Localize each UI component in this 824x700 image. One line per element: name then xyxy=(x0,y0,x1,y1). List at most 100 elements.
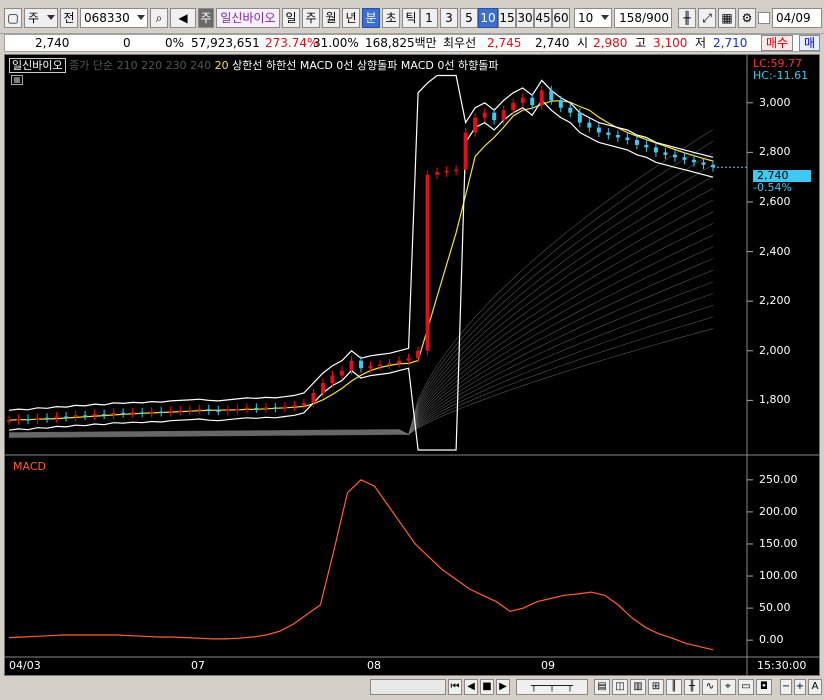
grid-icon[interactable]: ▦ xyxy=(718,8,736,28)
quote-price: 2,740 xyxy=(35,36,70,50)
scroll-first-button[interactable]: ⏮ xyxy=(448,679,462,695)
interval-3-button[interactable]: 3 xyxy=(440,8,458,28)
period-month-button[interactable]: 월 xyxy=(322,8,340,28)
save-icon[interactable]: ◘ xyxy=(756,679,772,695)
layout-icon[interactable]: ▤ xyxy=(594,679,610,695)
window-menu-icon[interactable]: ▢ xyxy=(4,8,22,28)
candle-body xyxy=(672,154,677,158)
settings-small-icon[interactable]: ▦ xyxy=(11,75,23,85)
sell-button[interactable]: 매 xyxy=(799,35,821,51)
candle-body xyxy=(149,411,154,414)
candle-body xyxy=(301,402,306,406)
date-checkbox[interactable] xyxy=(758,12,770,24)
interval-30-button[interactable]: 30 xyxy=(516,8,534,28)
candle-body xyxy=(178,410,183,412)
quote-change: 0 xyxy=(123,36,131,50)
candle-type-icon[interactable]: ╫ xyxy=(678,8,696,28)
high-value: 3,100 xyxy=(653,36,688,50)
time-label: 15:30:00 xyxy=(757,659,807,672)
font-size-button[interactable]: A xyxy=(808,679,822,695)
macd-tick-label: 250.00 xyxy=(759,472,798,486)
candle-body xyxy=(511,102,516,111)
interval-1-button[interactable]: 1 xyxy=(420,8,438,28)
macd-tick-label: 200.00 xyxy=(759,504,798,518)
candle-body xyxy=(435,172,440,175)
candle-body xyxy=(197,409,202,411)
legend-ma-240: 240 xyxy=(190,59,212,72)
candle-body xyxy=(454,169,459,172)
candle-body xyxy=(596,127,601,133)
candle-body xyxy=(663,152,668,155)
low-value: 2,710 xyxy=(713,36,748,50)
chart-area[interactable]: 일신바이오 종가 단순 210 220 230 240 20 상한선 하한선 M… xyxy=(4,54,820,676)
indicator-icon[interactable]: ∿ xyxy=(702,679,718,695)
macd-tick-label: 0.00 xyxy=(759,633,784,647)
candle-body xyxy=(339,370,344,376)
macd-line xyxy=(8,479,714,651)
period-minute-button[interactable]: 분 xyxy=(362,8,380,28)
candle-body xyxy=(330,375,335,384)
candle-body xyxy=(111,412,116,415)
code-value: 068330 xyxy=(84,11,130,25)
scroll-next-button[interactable]: ▶ xyxy=(496,679,510,695)
interval-10-button[interactable]: 10 xyxy=(478,8,498,28)
candle-body xyxy=(45,417,50,420)
candle-body xyxy=(444,170,449,173)
scrollbar[interactable] xyxy=(370,679,446,695)
candles-icon[interactable]: ╫ xyxy=(684,679,700,695)
zoom-out-button[interactable]: − xyxy=(780,679,792,695)
interval-60-button[interactable]: 60 xyxy=(552,8,570,28)
legend-ma-210: 종가 단순 210 xyxy=(69,59,138,72)
candle-body xyxy=(292,405,297,407)
interval-5-button[interactable]: 5 xyxy=(460,8,478,28)
legend-stock-name[interactable]: 일신바이오 xyxy=(9,58,66,73)
price-tick-label: 2,200 xyxy=(759,294,791,308)
interval-select[interactable]: 10 xyxy=(574,8,612,28)
period-year-button[interactable]: 년 xyxy=(342,8,360,28)
scroll-prev-button[interactable]: ◀ xyxy=(464,679,478,695)
bars-icon[interactable]: ║ xyxy=(666,679,682,695)
candle-body xyxy=(159,411,164,414)
interval-15-button[interactable]: 15 xyxy=(498,8,516,28)
candle-body xyxy=(577,112,582,123)
type-button[interactable]: 전 xyxy=(60,8,78,28)
candle-body xyxy=(368,365,373,369)
candle-body xyxy=(606,132,611,136)
buy-button[interactable]: 매수 xyxy=(761,35,794,51)
mode-select[interactable]: 주 xyxy=(24,8,58,28)
speaker-icon[interactable]: ◀︎ xyxy=(170,8,196,28)
chart-type-icon[interactable]: ▥ xyxy=(630,679,646,695)
current-pct-tag: -0.54% xyxy=(753,181,792,194)
pin-icon[interactable]: ⌖ xyxy=(720,679,736,695)
ma-fan-line xyxy=(8,328,714,438)
compare-icon[interactable]: ⊞ xyxy=(648,679,664,695)
candle-body xyxy=(54,416,59,419)
gear-icon[interactable]: ⚙ xyxy=(738,8,756,28)
period-week-button[interactable]: 주 xyxy=(302,8,320,28)
split-icon[interactable]: ◫ xyxy=(612,679,628,695)
candle-body xyxy=(473,117,478,133)
code-input[interactable]: 068330 xyxy=(80,8,148,28)
candle-body xyxy=(121,412,126,415)
candle-body xyxy=(425,174,430,351)
ma-fan-line xyxy=(9,129,714,435)
lower-band-line xyxy=(8,99,714,451)
zoom-slider[interactable]: ┬──┬──┬ xyxy=(516,679,588,695)
ma-fan-line xyxy=(8,234,714,436)
period-tick-button[interactable]: 틱 xyxy=(402,8,420,28)
candle-body xyxy=(691,159,696,163)
stop-button[interactable]: ■ xyxy=(480,679,494,695)
period-second-button[interactable]: 초 xyxy=(382,8,400,28)
print-icon[interactable]: ▭ xyxy=(738,679,754,695)
draw-tool-icon[interactable]: ⤢ xyxy=(698,8,716,28)
interval-45-button[interactable]: 45 xyxy=(534,8,552,28)
date-input[interactable]: 04/09 xyxy=(772,8,822,28)
quote-vol-ratio: 273.74% xyxy=(265,36,319,50)
x-tick-07: 07 xyxy=(191,659,205,672)
zoom-in-button[interactable]: + xyxy=(794,679,806,695)
count-input[interactable]: 158/900 xyxy=(614,8,672,28)
search-icon[interactable]: ⌕ xyxy=(150,8,168,28)
candle-body xyxy=(7,420,11,422)
count-total: /900 xyxy=(642,11,669,25)
period-day-button[interactable]: 일 xyxy=(282,8,300,28)
